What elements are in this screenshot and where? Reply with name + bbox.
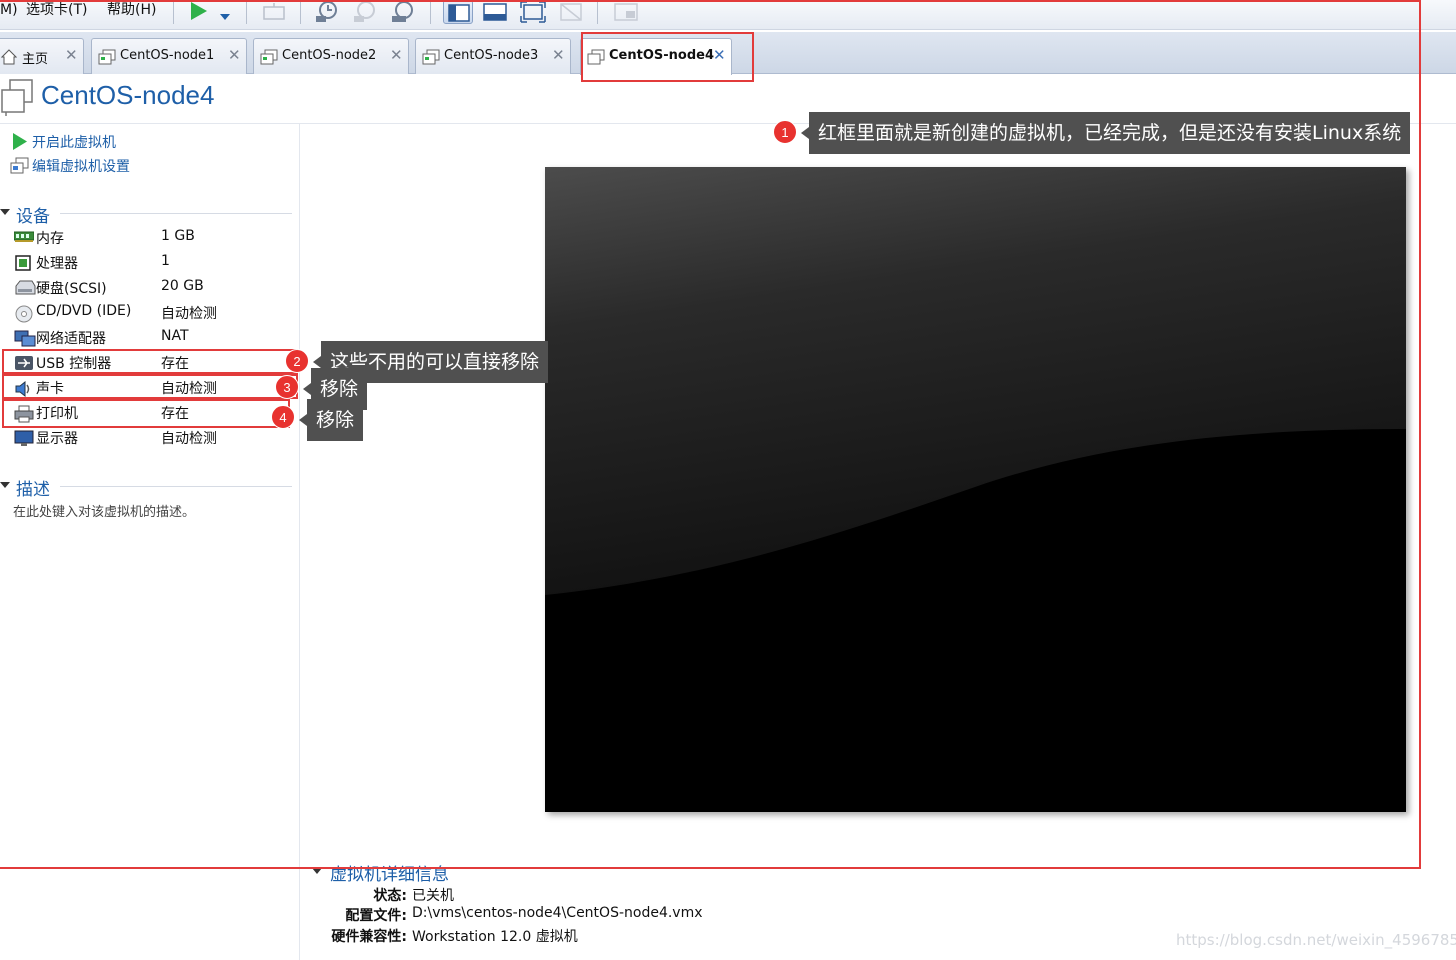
- annotation-frame-printer: [2, 399, 290, 428]
- detail-state-value: 已关机: [412, 888, 454, 904]
- detail-compat-value: Workstation 12.0 虚拟机: [412, 929, 578, 945]
- detail-label: 配置文件:: [345, 908, 407, 924]
- detail-state-row: 状态:: [300, 885, 407, 905]
- annotation-frame-sound: [2, 374, 298, 399]
- detail-label: 硬件兼容性:: [331, 929, 407, 945]
- annotation-callout: 红框里面就是新创建的虚拟机，已经完成，但是还没有安装Linux系统: [800, 112, 1411, 154]
- annotation-badge: 2: [285, 349, 309, 373]
- detail-config-row: 配置文件:: [300, 905, 407, 925]
- annotation-callout: 移除: [298, 399, 364, 441]
- annotation-frame-usb: [2, 349, 298, 374]
- annotation-badge: 3: [275, 375, 299, 399]
- detail-config-value: D:\vms\centos-node4\CentOS-node4.vmx: [412, 905, 703, 921]
- annotation-badge: 4: [271, 405, 295, 429]
- annotation-frame-tab: [581, 32, 754, 82]
- annotation-badge: 1: [773, 120, 797, 144]
- detail-compat-row: 硬件兼容性:: [300, 926, 407, 946]
- watermark: https://blog.csdn.net/weixin_45967851: [1176, 931, 1456, 949]
- detail-label: 状态:: [373, 888, 407, 904]
